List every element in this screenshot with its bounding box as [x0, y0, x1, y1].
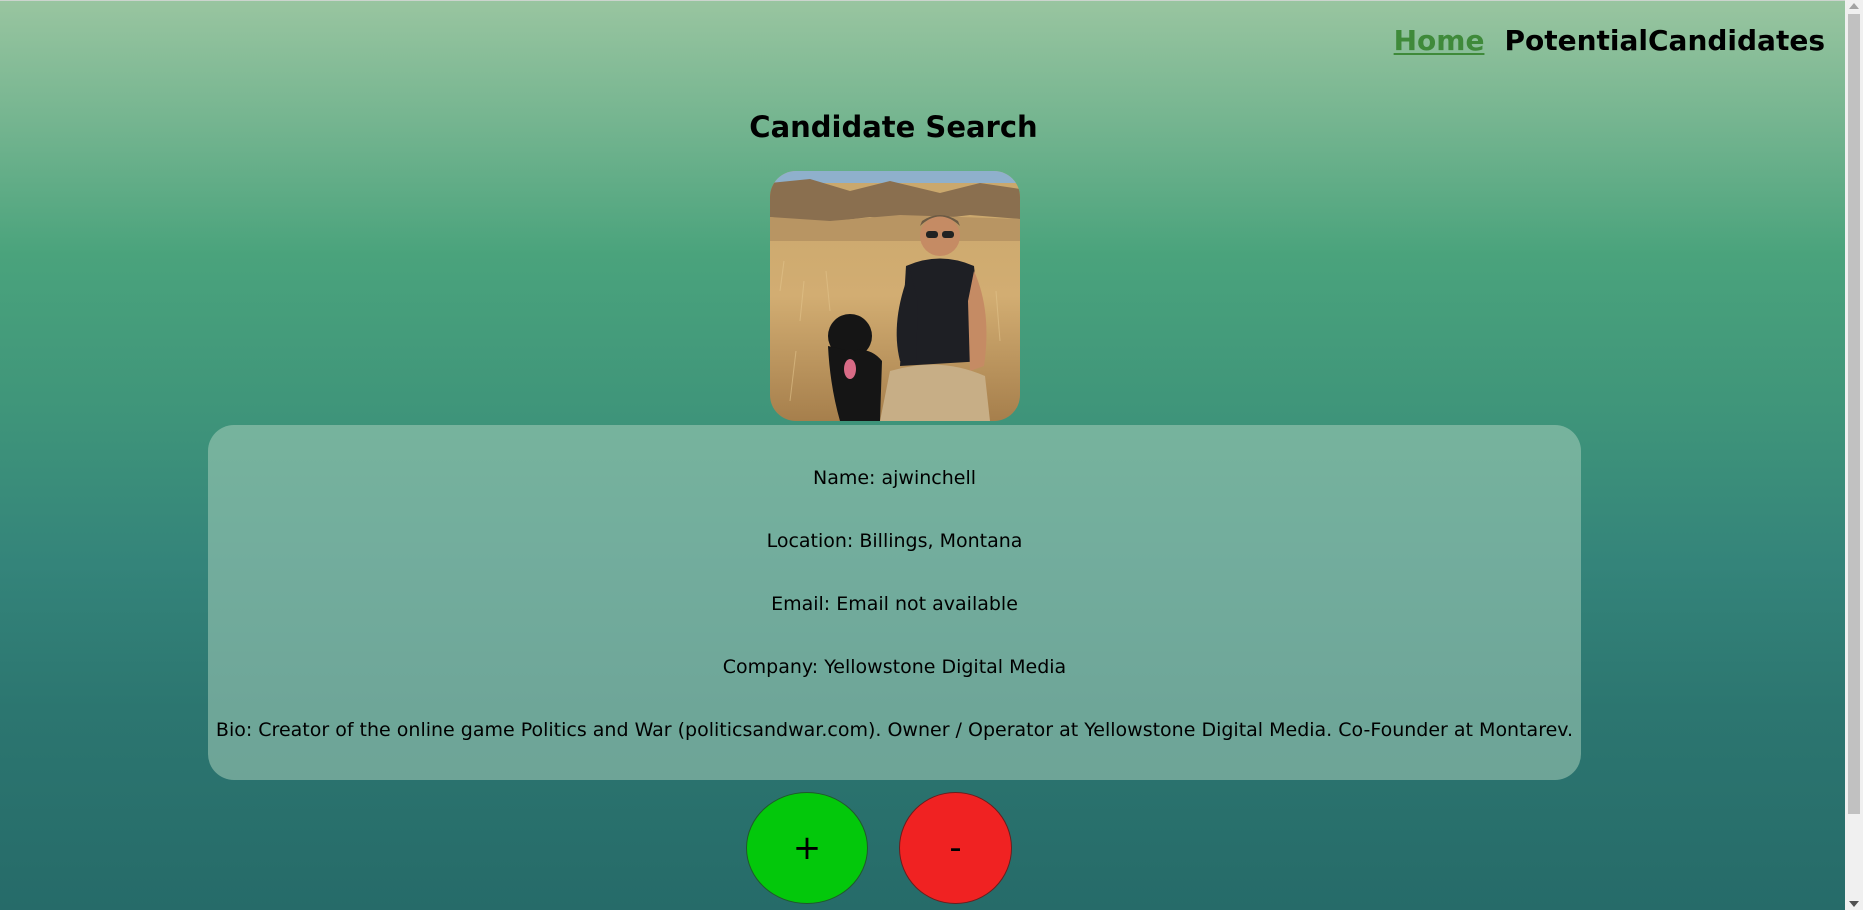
- candidate-bio: Bio: Creator of the online game Politics…: [215, 719, 1574, 741]
- candidate-photo: [770, 171, 1020, 421]
- window-top-border: [0, 0, 1845, 1]
- add-candidate-button[interactable]: +: [746, 792, 868, 904]
- candidate-company: Company: Yellowstone Digital Media: [722, 656, 1067, 678]
- reject-candidate-button[interactable]: -: [899, 792, 1012, 904]
- candidate-email: Email: Email not available: [771, 593, 1018, 615]
- candidate-name: Name: ajwinchell: [812, 467, 976, 489]
- candidate-card: Name: ajwinchell Location: Billings, Mon…: [208, 425, 1581, 780]
- candidate-avatar: [770, 171, 1020, 421]
- nav-home-link[interactable]: Home: [1394, 24, 1485, 57]
- page-title: Candidate Search: [749, 110, 1038, 144]
- top-nav: Home PotentialCandidates: [1394, 24, 1825, 57]
- vertical-scrollbar[interactable]: [1845, 0, 1863, 910]
- scrollbar-thumb[interactable]: [1848, 14, 1860, 814]
- scroll-up-arrow-icon[interactable]: [1849, 3, 1859, 9]
- nav-potential-candidates-link[interactable]: PotentialCandidates: [1504, 24, 1825, 57]
- candidate-location: Location: Billings, Montana: [766, 530, 1023, 552]
- scroll-down-arrow-icon[interactable]: [1849, 901, 1859, 907]
